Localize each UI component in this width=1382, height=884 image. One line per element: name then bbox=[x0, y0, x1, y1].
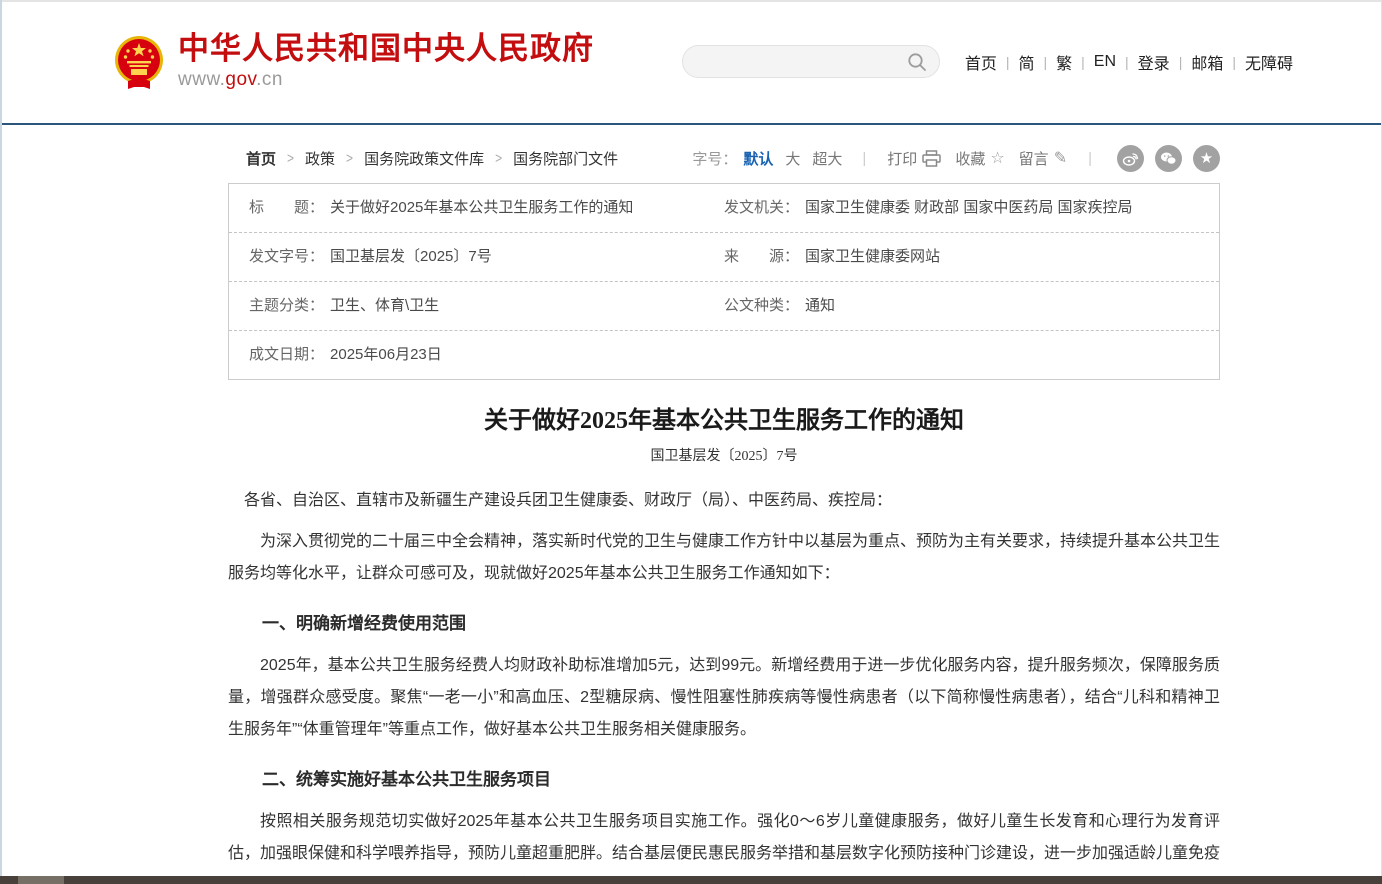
intro-paragraph: 为深入贯彻党的二十届三中全会精神，落实新时代党的卫生与健康工作方针中以基层为重点… bbox=[228, 526, 1220, 590]
top-nav: 首页 | 简 | 繁 | EN | 登录 | 邮箱 | 无障碍 bbox=[956, 50, 1302, 74]
search-input[interactable] bbox=[695, 54, 907, 70]
favorite-button[interactable]: 收藏 ☆ bbox=[955, 148, 1004, 169]
breadcrumb: 首页 > 政策 > 国务院政策文件库 > 国务院部门文件 bbox=[228, 148, 618, 169]
font-size-large-button[interactable]: 大 bbox=[785, 148, 800, 169]
meta-doc-number-label: 发文字号： bbox=[249, 247, 324, 267]
breadcrumb-separator-icon: > bbox=[495, 150, 502, 167]
document-title: 关于做好2025年基本公共卫生服务工作的通知 bbox=[228, 406, 1220, 436]
page-toolbar: 字号： 默认 大 超大 | 打印 收藏 ☆ 留言 ✎ | bbox=[692, 145, 1220, 172]
site-search[interactable] bbox=[682, 45, 940, 78]
share-qzone-button[interactable]: ★ bbox=[1193, 145, 1220, 172]
site-title: 中华人民共和国中央人民政府 bbox=[178, 32, 594, 66]
meta-title-value: 关于做好2025年基本公共卫生服务工作的通知 bbox=[330, 198, 633, 218]
meta-row: 成文日期： 2025年06月23日 bbox=[229, 331, 1219, 379]
document-number: 国卫基层发〔2025〕7号 bbox=[228, 445, 1220, 465]
site-header: 中华人民共和国中央人民政府 www.gov.cn 首页 | 简 | 繁 | EN… bbox=[0, 0, 1382, 125]
site-url: www.gov.cn bbox=[178, 69, 594, 91]
meta-row: 发文字号： 国卫基层发〔2025〕7号 来 源： 国家卫生健康委网站 bbox=[229, 233, 1219, 282]
meta-row: 主题分类： 卫生、体育\卫生 公文种类： 通知 bbox=[229, 282, 1219, 331]
bottom-bar-segment bbox=[18, 876, 64, 884]
nav-english[interactable]: EN bbox=[1085, 53, 1125, 71]
toolbar-divider: | bbox=[862, 150, 866, 167]
search-icon[interactable] bbox=[907, 52, 927, 72]
page-top-divider bbox=[0, 0, 1382, 2]
nav-traditional[interactable]: 繁 bbox=[1047, 50, 1081, 74]
breadcrumb-separator-icon: > bbox=[287, 150, 294, 167]
print-label: 打印 bbox=[887, 148, 917, 169]
salutation-paragraph: 各省、自治区、直辖市及新疆生产建设兵团卫生健康委、财政厅（局）、中医药局、疾控局… bbox=[228, 485, 1220, 517]
section-2-paragraph: 按照相关服务规范切实做好2025年基本公共卫生服务项目实施工作。强化0～6岁儿童… bbox=[228, 806, 1220, 884]
breadcrumb-home[interactable]: 首页 bbox=[246, 148, 276, 169]
meta-issuing-agency-label: 发文机关： bbox=[724, 198, 799, 218]
meta-doc-number-value: 国卫基层发〔2025〕7号 bbox=[330, 247, 492, 267]
meta-title-label: 标 题： bbox=[249, 198, 324, 218]
meta-date-value: 2025年06月23日 bbox=[330, 345, 442, 365]
comment-button[interactable]: 留言 ✎ bbox=[1019, 148, 1067, 169]
breadcrumb-policy-library[interactable]: 国务院政策文件库 bbox=[364, 148, 484, 169]
pencil-icon: ✎ bbox=[1054, 148, 1067, 168]
toolbar-divider: | bbox=[1088, 150, 1092, 167]
nav-mail[interactable]: 邮箱 bbox=[1182, 50, 1232, 74]
breadcrumb-department-docs[interactable]: 国务院部门文件 bbox=[513, 148, 618, 169]
comment-label: 留言 bbox=[1019, 148, 1049, 169]
print-button[interactable]: 打印 bbox=[887, 148, 941, 169]
section-2-heading: 二、统筹实施好基本公共卫生服务项目 bbox=[228, 766, 1220, 794]
meta-category-label: 主题分类： bbox=[249, 296, 324, 316]
wechat-icon bbox=[1160, 150, 1177, 167]
qzone-star-icon: ★ bbox=[1200, 151, 1213, 166]
nav-accessibility[interactable]: 无障碍 bbox=[1236, 50, 1302, 74]
weibo-icon bbox=[1122, 150, 1139, 167]
favorite-label: 收藏 bbox=[955, 148, 985, 169]
section-1-paragraph: 2025年，基本公共卫生服务经费人均财政补助标准增加5元，达到99元。新增经费用… bbox=[228, 650, 1220, 746]
star-icon: ☆ bbox=[990, 148, 1004, 168]
breadcrumb-policy[interactable]: 政策 bbox=[305, 148, 335, 169]
document-body: 关于做好2025年基本公共卫生服务工作的通知 国卫基层发〔2025〕7号 各省、… bbox=[228, 406, 1220, 884]
site-url-gov: gov bbox=[225, 69, 256, 90]
meta-category-value: 卫生、体育\卫生 bbox=[330, 296, 439, 316]
meta-doc-type-label: 公文种类： bbox=[724, 296, 799, 316]
font-size-default-button[interactable]: 默认 bbox=[743, 148, 773, 169]
font-size-label: 字号： bbox=[692, 148, 737, 169]
meta-source-value: 国家卫生健康委网站 bbox=[805, 247, 940, 267]
nav-home[interactable]: 首页 bbox=[956, 50, 1006, 74]
meta-date-label: 成文日期： bbox=[249, 345, 324, 365]
site-url-cn: .cn bbox=[256, 69, 283, 90]
nav-simplified[interactable]: 简 bbox=[1009, 50, 1043, 74]
share-wechat-button[interactable] bbox=[1155, 145, 1182, 172]
page-left-edge bbox=[0, 0, 2, 884]
breadcrumb-separator-icon: > bbox=[346, 150, 353, 167]
meta-issuing-agency-value: 国家卫生健康委 财政部 国家中医药局 国家疾控局 bbox=[805, 198, 1133, 218]
font-size-xlarge-button[interactable]: 超大 bbox=[812, 148, 842, 169]
share-weibo-button[interactable] bbox=[1117, 145, 1144, 172]
meta-row: 标 题： 关于做好2025年基本公共卫生服务工作的通知 发文机关： 国家卫生健康… bbox=[229, 184, 1219, 233]
site-logo[interactable]: 中华人民共和国中央人民政府 www.gov.cn bbox=[114, 32, 594, 91]
main-content: 首页 > 政策 > 国务院政策文件库 > 国务院部门文件 字号： 默认 大 超大… bbox=[228, 142, 1220, 884]
national-emblem-icon bbox=[114, 35, 164, 89]
document-meta-table: 标 题： 关于做好2025年基本公共卫生服务工作的通知 发文机关： 国家卫生健康… bbox=[228, 183, 1220, 380]
meta-source-label: 来 源： bbox=[724, 247, 799, 267]
bottom-bar bbox=[0, 876, 1382, 884]
printer-icon bbox=[922, 150, 941, 167]
nav-login[interactable]: 登录 bbox=[1129, 50, 1179, 74]
site-url-www: www. bbox=[178, 69, 225, 90]
section-1-heading: 一、明确新增经费使用范围 bbox=[228, 610, 1220, 638]
meta-doc-type-value: 通知 bbox=[805, 296, 835, 316]
